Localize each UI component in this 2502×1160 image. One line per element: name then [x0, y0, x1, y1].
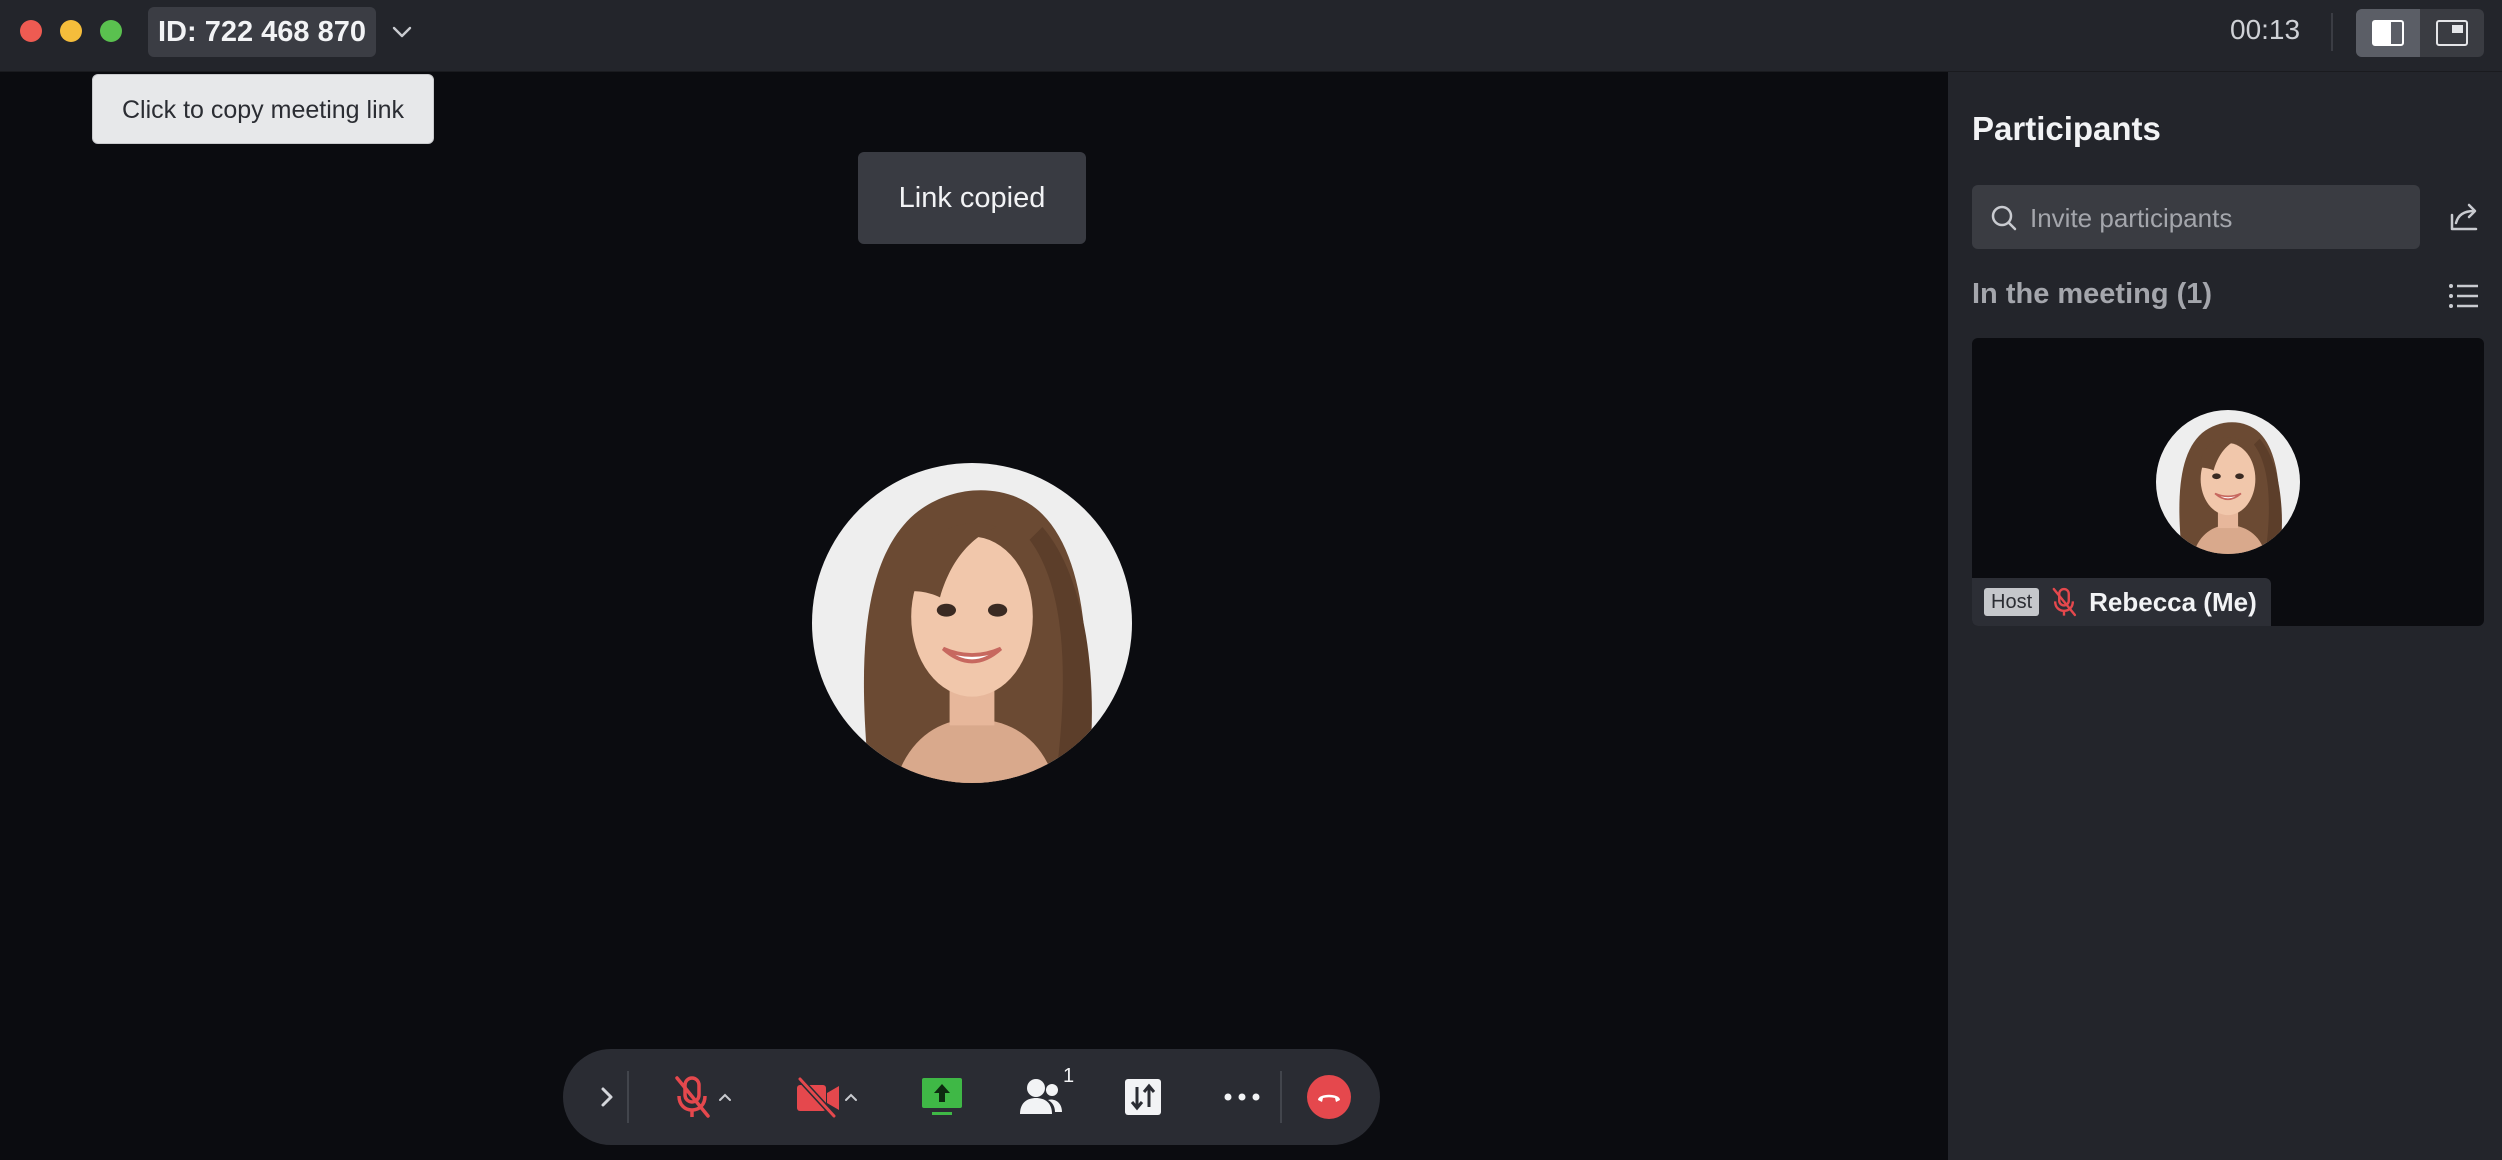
layout-toggle: [2356, 9, 2484, 57]
copy-link-tooltip: Click to copy meeting link: [92, 74, 434, 144]
panel-title: Participants: [1972, 110, 2161, 147]
sidebar-layout-icon: [2372, 20, 2404, 46]
participant-tile[interactable]: Host Rebecca (Me): [1972, 338, 2484, 626]
more-icon: [1224, 1093, 1260, 1101]
video-options-button[interactable]: [839, 1049, 863, 1145]
floating-layout-button[interactable]: [2420, 9, 2484, 57]
search-icon: [1991, 205, 2017, 231]
invite-participants-input[interactable]: [2028, 185, 2412, 251]
titlebar-divider: [2331, 13, 2333, 51]
sidebar-layout-button[interactable]: [2356, 9, 2420, 57]
chevron-down-icon[interactable]: [388, 18, 416, 46]
adjust-icon: [1125, 1079, 1161, 1115]
share-screen-button[interactable]: [909, 1049, 975, 1145]
host-badge: Host: [1984, 588, 2040, 616]
zoom-window-button[interactable]: [100, 20, 122, 42]
hang-up-icon: [1307, 1075, 1351, 1119]
more-button[interactable]: [1209, 1049, 1275, 1145]
share-icon[interactable]: [2446, 199, 2482, 235]
participants-panel: Participants In the meeting (1) Host: [1948, 72, 2502, 1160]
close-window-button[interactable]: [20, 20, 42, 42]
invite-search-box: [1972, 185, 2420, 251]
link-copied-toast: Link copied: [858, 152, 1086, 244]
audio-options-button[interactable]: [713, 1049, 737, 1145]
in-meeting-heading: In the meeting (1): [1972, 278, 2213, 310]
caret-up-icon: [845, 1093, 857, 1101]
participant-name-label: Host Rebecca (Me): [1972, 578, 2271, 626]
mic-off-icon: [675, 1076, 710, 1118]
participant-name: Rebecca (Me): [2089, 586, 2257, 617]
title-bar: ID: 722 468 870 00:13: [0, 0, 2502, 72]
participants-button[interactable]: 1: [1003, 1049, 1083, 1145]
meeting-control-bar: 1: [563, 1049, 1380, 1145]
participant-avatar: [2156, 410, 2300, 554]
floating-layout-icon: [2436, 20, 2468, 46]
meeting-id-button[interactable]: ID: 722 468 870: [148, 7, 376, 57]
control-divider: [1280, 1071, 1282, 1123]
main-avatar: [812, 463, 1132, 783]
minimize-window-button[interactable]: [60, 20, 82, 42]
control-divider: [627, 1071, 629, 1123]
video-off-icon: [797, 1076, 839, 1118]
mic-off-icon: [2052, 587, 2077, 617]
meeting-timer: 00:13: [2230, 14, 2301, 45]
settings-button[interactable]: [1110, 1049, 1176, 1145]
participant-count-badge: 1: [1063, 1065, 1075, 1087]
list-view-icon[interactable]: [2446, 278, 2482, 314]
leave-meeting-button[interactable]: [1304, 1049, 1354, 1145]
chevron-right-icon: [601, 1087, 613, 1107]
caret-up-icon: [719, 1093, 731, 1101]
share-screen-icon: [922, 1078, 962, 1115]
participants-icon: [1020, 1079, 1062, 1114]
